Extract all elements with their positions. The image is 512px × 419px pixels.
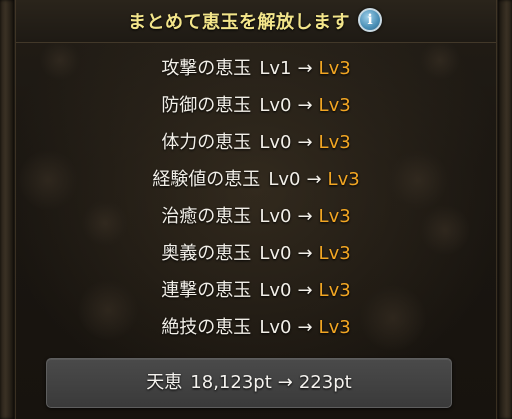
arrow: → <box>297 58 313 79</box>
upgrade-name: 奥義の恵玉 <box>161 243 252 264</box>
level-to: Lv3 <box>318 206 351 227</box>
level-from: Lv0 <box>259 317 292 338</box>
upgrade-name: 連撃の恵玉 <box>161 280 252 301</box>
upgrade-row: 奥義の恵玉 Lv0 → Lv3 <box>0 237 512 271</box>
arrow: → <box>306 169 322 190</box>
cost-to: 223pt <box>298 372 352 393</box>
arrow: → <box>297 206 313 227</box>
upgrade-name: 体力の恵玉 <box>161 132 252 153</box>
level-to: Lv3 <box>318 132 351 153</box>
cost-label: 天恵 <box>146 372 183 393</box>
upgrade-name: 経験値の恵玉 <box>152 169 261 190</box>
level-from: Lv0 <box>268 169 301 190</box>
upgrade-row: 体力の恵玉 Lv0 → Lv3 <box>0 126 512 160</box>
upgrade-name: 攻撃の恵玉 <box>161 58 252 79</box>
arrow: → <box>297 317 313 338</box>
arrow: → <box>297 280 313 301</box>
info-icon[interactable]: i <box>358 8 382 32</box>
level-to: Lv3 <box>327 169 360 190</box>
upgrade-row: 防御の恵玉 Lv0 → Lv3 <box>0 89 512 123</box>
level-from: Lv0 <box>259 243 292 264</box>
arrow: → <box>297 243 313 264</box>
level-to: Lv3 <box>318 243 351 264</box>
upgrade-row: 絶技の恵玉 Lv0 → Lv3 <box>0 311 512 345</box>
level-from: Lv0 <box>259 132 292 153</box>
upgrade-name: 絶技の恵玉 <box>161 317 252 338</box>
upgrade-name: 防御の恵玉 <box>161 95 252 116</box>
cost-summary: 天恵 18,123pt → 223pt <box>46 358 452 408</box>
upgrade-row: 治癒の恵玉 Lv0 → Lv3 <box>0 200 512 234</box>
arrow: → <box>297 95 313 116</box>
upgrade-name: 治癒の恵玉 <box>161 206 252 227</box>
level-to: Lv3 <box>318 58 351 79</box>
upgrade-row: 経験値の恵玉 Lv0 → Lv3 <box>0 163 512 197</box>
arrow: → <box>277 372 293 393</box>
level-from: Lv0 <box>259 280 292 301</box>
cost-from: 18,123pt <box>190 372 272 393</box>
level-to: Lv3 <box>318 280 351 301</box>
level-to: Lv3 <box>318 95 351 116</box>
level-from: Lv1 <box>259 58 292 79</box>
level-from: Lv0 <box>259 95 292 116</box>
dialog-header: まとめて恵玉を解放します <box>16 0 496 43</box>
dialog-title: まとめて恵玉を解放します <box>128 12 350 33</box>
level-from: Lv0 <box>259 206 292 227</box>
arrow: → <box>297 132 313 153</box>
upgrade-row: 攻撃の恵玉 Lv1 → Lv3 <box>0 52 512 86</box>
upgrade-row: 連撃の恵玉 Lv0 → Lv3 <box>0 274 512 308</box>
level-to: Lv3 <box>318 317 351 338</box>
